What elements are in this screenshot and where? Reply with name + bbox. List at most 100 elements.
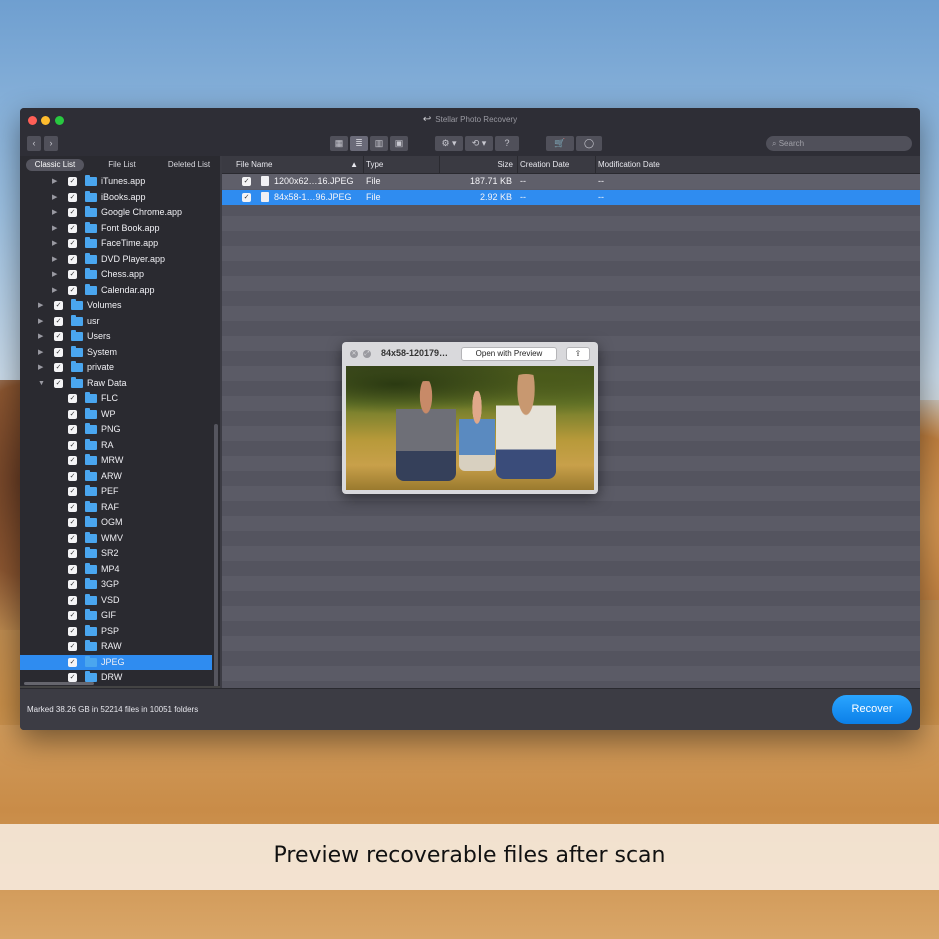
expand-arrow-icon[interactable]: ▶ [52, 267, 57, 282]
checkbox[interactable]: ✓ [54, 363, 63, 372]
tree-item[interactable]: ▶ ✓ System [20, 345, 212, 360]
tree-item[interactable]: ✓ WP [20, 407, 212, 422]
checkbox[interactable]: ✓ [68, 642, 77, 651]
close-icon[interactable]: ✕ [350, 350, 358, 358]
expand-arrow-icon[interactable]: ▶ [38, 314, 43, 329]
tree-item[interactable]: ✓ FLC [20, 391, 212, 406]
column-header-type[interactable]: Type [364, 156, 440, 174]
expand-arrow-icon[interactable]: ▶ [52, 221, 57, 236]
expand-arrow-icon[interactable]: ▶ [52, 252, 57, 267]
search-input[interactable]: ⌕ Search [766, 136, 912, 151]
tree-item[interactable]: ✓ MRW [20, 453, 212, 468]
checkbox[interactable]: ✓ [54, 347, 63, 357]
checkbox[interactable]: ✓ [68, 456, 77, 465]
tree-item[interactable]: ✓ RAF [20, 500, 212, 515]
grid-view-icon[interactable]: ▦ [330, 136, 348, 151]
tree-item[interactable]: ✓ 3GP [20, 577, 212, 592]
checkbox[interactable]: ✓ [68, 564, 77, 574]
back-button[interactable]: ‹ [27, 136, 41, 151]
expand-arrow-icon[interactable]: ▶ [38, 345, 43, 360]
expand-arrow-icon[interactable]: ▶ [38, 360, 43, 375]
tree-item[interactable]: ▶ ✓ iBooks.app [20, 190, 212, 205]
checkbox[interactable]: ✓ [68, 673, 77, 682]
tree-item[interactable]: ✓ SR2 [20, 546, 212, 561]
cart-icon[interactable]: 🛒 [546, 136, 574, 151]
checkbox[interactable]: ✓ [242, 177, 251, 186]
checkbox[interactable]: ✓ [68, 409, 77, 419]
tree-item[interactable]: ✓ RA [20, 438, 212, 453]
tab-file-list[interactable]: File List [96, 159, 148, 171]
column-header-file-name[interactable]: File Name ▲ [222, 156, 364, 174]
tab-classic-list[interactable]: Classic List [26, 159, 84, 171]
coverflow-view-icon[interactable]: ▣ [390, 136, 408, 151]
checkbox[interactable]: ✓ [68, 657, 77, 667]
tree-item[interactable]: ▶ ✓ Font Book.app [20, 221, 212, 236]
checkbox[interactable]: ✓ [68, 254, 77, 264]
tree-item[interactable]: ✓ RAW [20, 639, 212, 654]
checkbox[interactable]: ✓ [54, 378, 63, 388]
history-icon[interactable]: ⟲ ▾ [465, 136, 493, 151]
checkbox[interactable]: ✓ [68, 208, 77, 217]
checkbox[interactable]: ✓ [68, 285, 77, 295]
tree-item[interactable]: ✓ GIF [20, 608, 212, 623]
expand-arrow-icon[interactable]: ▶ [52, 283, 57, 298]
list-view-icon[interactable]: ≣ [350, 136, 368, 151]
checkbox[interactable]: ✓ [68, 533, 77, 543]
tree-item[interactable]: ▶ ✓ private [20, 360, 212, 375]
forward-button[interactable]: › [44, 136, 58, 151]
table-row[interactable]: ✓ 1200x62…16.JPEG File 187.71 KB -- -- [222, 174, 920, 189]
checkbox[interactable]: ✓ [68, 425, 77, 434]
help-button[interactable]: ? [495, 136, 519, 151]
checkbox[interactable]: ✓ [242, 192, 251, 202]
user-icon[interactable]: ◯ [576, 136, 602, 151]
checkbox[interactable]: ✓ [68, 611, 77, 620]
checkbox[interactable]: ✓ [68, 394, 77, 403]
checkbox[interactable]: ✓ [68, 471, 77, 481]
tree-item[interactable]: ▶ ✓ iTunes.app [20, 174, 212, 189]
tree-item[interactable]: ✓ ARW [20, 469, 212, 484]
tree-item[interactable]: ▶ ✓ Chess.app [20, 267, 212, 282]
tree-item[interactable]: ✓ MP4 [20, 562, 212, 577]
collapse-arrow-icon[interactable]: ▼ [38, 376, 45, 391]
checkbox[interactable]: ✓ [68, 626, 77, 636]
share-icon[interactable]: ⇪ [566, 347, 590, 361]
checkbox[interactable]: ✓ [68, 239, 77, 248]
column-header-size[interactable]: Size [440, 156, 518, 174]
checkbox[interactable]: ✓ [68, 192, 77, 202]
checkbox[interactable]: ✓ [54, 301, 63, 310]
checkbox[interactable]: ✓ [68, 502, 77, 512]
column-view-icon[interactable]: ▥ [370, 136, 388, 151]
tree-item[interactable]: ✓ PEF [20, 484, 212, 499]
tree-item[interactable]: ✓ OGM [20, 515, 212, 530]
checkbox[interactable]: ✓ [68, 270, 77, 279]
expand-arrow-icon[interactable]: ▶ [52, 236, 57, 251]
checkbox[interactable]: ✓ [54, 332, 63, 341]
checkbox[interactable]: ✓ [68, 223, 77, 233]
tree-item[interactable]: ▶ ✓ DVD Player.app [20, 252, 212, 267]
checkbox[interactable]: ✓ [68, 595, 77, 605]
tree-item[interactable]: ▶ ✓ Users [20, 329, 212, 344]
settings-gear-icon[interactable]: ⚙ ▾ [435, 136, 463, 151]
tree-item[interactable]: ▶ ✓ Calendar.app [20, 283, 212, 298]
tree-item[interactable]: ✓ PNG [20, 422, 212, 437]
tab-deleted-list[interactable]: Deleted List [160, 159, 218, 171]
checkbox[interactable]: ✓ [68, 549, 77, 558]
tree-item[interactable]: ▶ ✓ Volumes [20, 298, 212, 313]
sidebar-horizontal-scrollbar[interactable] [24, 682, 94, 685]
sidebar-scrollbar[interactable] [214, 424, 218, 686]
expand-arrow-icon[interactable]: ▶ [52, 190, 57, 205]
expand-arrow-icon[interactable]: ▶ [52, 205, 57, 220]
tree-item[interactable]: ▶ ✓ usr [20, 314, 212, 329]
checkbox[interactable]: ✓ [68, 580, 77, 589]
column-header-modification-date[interactable]: Modification Date [596, 156, 920, 174]
expand-arrow-icon[interactable]: ▶ [52, 174, 57, 189]
tree-item[interactable]: ▼ ✓ Raw Data [20, 376, 212, 391]
expand-arrow-icon[interactable]: ▶ [38, 329, 43, 344]
open-with-preview-button[interactable]: Open with Preview [461, 347, 557, 361]
tree-item[interactable]: ▶ ✓ FaceTime.app [20, 236, 212, 251]
tree-item[interactable]: ▶ ✓ Google Chrome.app [20, 205, 212, 220]
expand-arrow-icon[interactable]: ▶ [38, 298, 43, 313]
checkbox[interactable]: ✓ [68, 518, 77, 527]
recover-button[interactable]: Recover [832, 695, 912, 724]
tree-item[interactable]: ✓ PSP [20, 624, 212, 639]
